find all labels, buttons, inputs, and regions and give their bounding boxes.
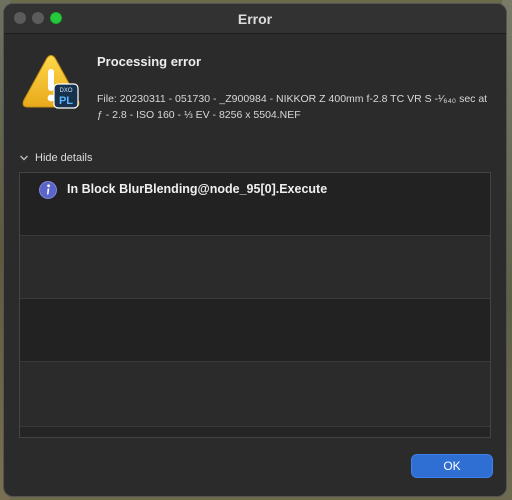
file-info-text: File: 20230311 - 051730 - _Z900984 - NIK… [97, 93, 488, 121]
svg-text:PL: PL [59, 95, 73, 107]
window-title: Error [237, 11, 273, 27]
hide-details-label: Hide details [35, 152, 93, 164]
dxo-photolab-badge: DXO PL [53, 83, 79, 109]
svg-text:DXO: DXO [59, 88, 72, 94]
list-item[interactable] [20, 299, 490, 362]
hide-details-toggle[interactable]: Hide details [19, 152, 92, 164]
error-dialog-window: Error DXO PL Processing error File: 2023… [3, 3, 507, 497]
info-icon [39, 181, 57, 199]
list-item[interactable] [20, 236, 490, 299]
details-list: In Block BlurBlending@node_95[0].Execute [19, 172, 491, 438]
chevron-down-icon [20, 155, 28, 161]
error-heading: Processing error [97, 54, 202, 69]
list-item[interactable] [20, 362, 490, 427]
warning-icon: DXO PL [22, 55, 80, 109]
list-item[interactable]: In Block BlurBlending@node_95[0].Execute [20, 173, 490, 236]
ok-button[interactable]: OK [411, 454, 493, 478]
list-item-text: In Block BlurBlending@node_95[0].Execute [67, 182, 328, 196]
title-bar: Error [4, 4, 506, 34]
